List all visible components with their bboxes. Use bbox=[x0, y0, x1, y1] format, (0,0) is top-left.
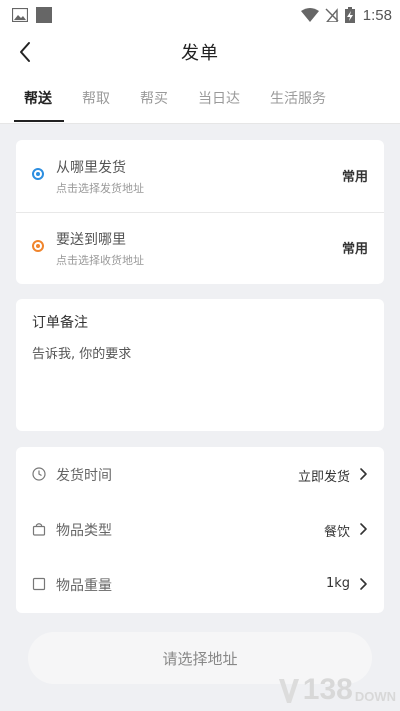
to-address-title: 要送到哪里 bbox=[56, 232, 126, 248]
item-weight-value: 1kg bbox=[325, 576, 350, 591]
active-tab-indicator bbox=[14, 120, 64, 122]
item-weight-label: 物品重量 bbox=[56, 578, 112, 594]
tab-help-buy[interactable]: 帮买 bbox=[140, 88, 168, 108]
to-dot-icon bbox=[32, 240, 44, 252]
tab-same-day[interactable]: 当日达 bbox=[198, 88, 240, 108]
chevron-right-icon bbox=[360, 578, 367, 590]
watermark-number: 138 bbox=[302, 673, 353, 706]
battery-charging-icon bbox=[344, 7, 355, 23]
back-chevron-left-icon[interactable] bbox=[14, 38, 38, 66]
remark-title: 订单备注 bbox=[32, 315, 88, 331]
status-time: 1:58 bbox=[362, 6, 392, 24]
status-bar: 1:58 bbox=[0, 0, 400, 30]
status-right: 1:58 bbox=[300, 6, 392, 24]
delivery-time-value: 立即发货 bbox=[297, 470, 350, 485]
remark-input[interactable] bbox=[32, 343, 368, 423]
image-icon bbox=[12, 8, 28, 22]
bag-icon bbox=[32, 523, 46, 536]
square-icon bbox=[36, 7, 52, 23]
chevron-right-icon bbox=[360, 468, 367, 480]
wifi-icon bbox=[300, 8, 319, 22]
option-row-item-type[interactable]: 物品类型 餐饮 bbox=[16, 502, 384, 558]
status-left bbox=[12, 7, 52, 23]
page-title: 发单 bbox=[181, 43, 219, 64]
tab-life-services[interactable]: 生活服务 bbox=[270, 88, 326, 108]
clock-icon bbox=[32, 467, 46, 481]
to-common-button[interactable]: 常用 bbox=[342, 238, 368, 257]
service-tabs: 帮送 帮取 帮买 当日达 生活服务 bbox=[0, 74, 400, 124]
from-address-row[interactable]: 从哪里发货 点击选择发货地址 常用 bbox=[16, 140, 384, 212]
watermark-v-icon bbox=[278, 679, 299, 703]
item-type-value: 餐饮 bbox=[323, 525, 350, 540]
from-address-hint: 点击选择发货地址 bbox=[56, 182, 144, 195]
item-type-label: 物品类型 bbox=[56, 523, 112, 539]
tab-help-send[interactable]: 帮送 bbox=[24, 88, 52, 108]
to-address-row[interactable]: 要送到哪里 点击选择收货地址 常用 bbox=[16, 212, 384, 284]
watermark-suffix: DOWN bbox=[354, 688, 396, 704]
delivery-time-label: 发货时间 bbox=[56, 468, 112, 484]
to-address-hint: 点击选择收货地址 bbox=[56, 254, 144, 267]
chevron-right-icon bbox=[360, 523, 367, 535]
no-sim-icon bbox=[325, 8, 339, 22]
square-outline-icon bbox=[32, 577, 46, 591]
from-dot-icon bbox=[32, 168, 44, 180]
tab-help-pickup[interactable]: 帮取 bbox=[82, 88, 110, 108]
from-address-title: 从哪里发货 bbox=[56, 160, 126, 176]
from-common-button[interactable]: 常用 bbox=[342, 166, 368, 185]
address-card: 从哪里发货 点击选择发货地址 常用 要送到哪里 点击选择收货地址 常用 bbox=[16, 140, 384, 284]
remark-card: 订单备注 bbox=[16, 299, 384, 431]
options-card: 发货时间 立即发货 物品类型 餐饮 物品重量 1kg bbox=[16, 447, 384, 613]
top-bar: 发单 bbox=[0, 30, 400, 74]
option-row-item-weight[interactable]: 物品重量 1kg bbox=[16, 557, 384, 613]
option-row-delivery-time[interactable]: 发货时间 立即发货 bbox=[16, 447, 384, 503]
watermark-logo: 138 DOWN bbox=[246, 672, 396, 708]
